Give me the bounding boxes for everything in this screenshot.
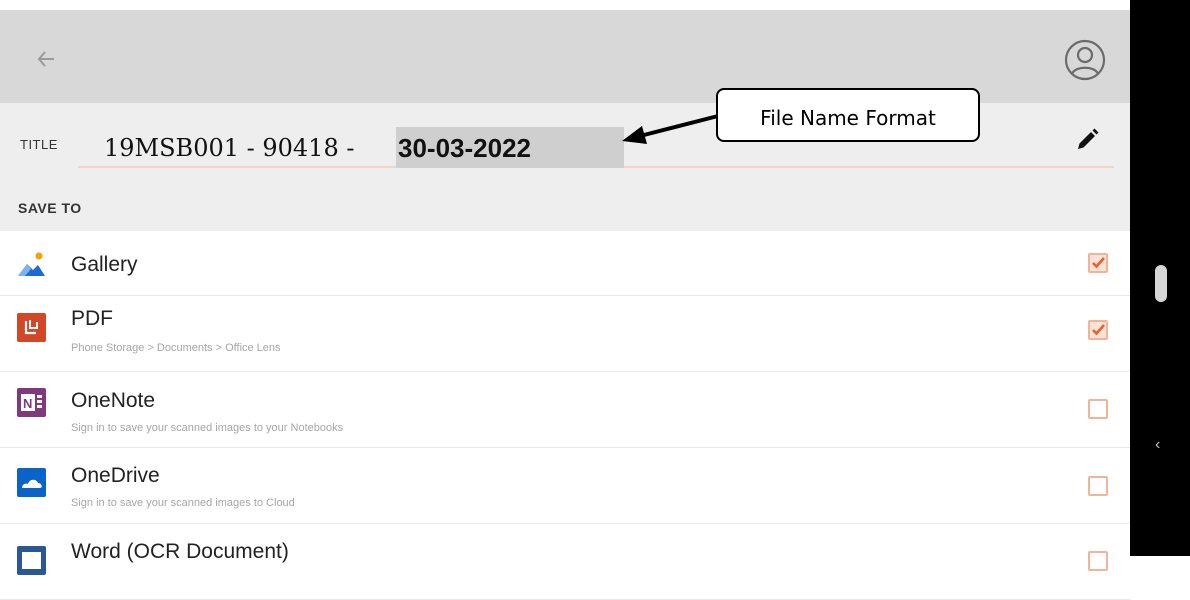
onedrive-icon (17, 468, 46, 497)
list-item-name: Gallery (71, 253, 138, 276)
save-to-label: SAVE TO (18, 200, 82, 216)
check-icon (1092, 324, 1105, 336)
list-item-subtitle: Sign in to save your scanned images to y… (71, 422, 344, 434)
annotation-callout: File Name Format (716, 88, 980, 142)
callout-text: File Name Format (760, 106, 936, 130)
save-to-header: SAVE TO (0, 185, 1130, 231)
list-item-pdf[interactable]: PDF Phone Storage > Documents > Office L… (0, 296, 1130, 372)
word-icon (17, 546, 46, 575)
onenote-checkbox[interactable] (1088, 399, 1108, 419)
account-button[interactable] (1063, 38, 1107, 82)
list-item-name: Word (OCR Document) (71, 540, 289, 563)
account-circle-icon (1064, 39, 1106, 81)
list-item-gallery[interactable]: Gallery (0, 231, 1130, 296)
title-label: TITLE (20, 137, 58, 152)
top-strip (0, 0, 1130, 10)
gallery-icon (17, 249, 46, 278)
edit-title-button[interactable] (1072, 125, 1100, 155)
list-item-word[interactable]: Word (OCR Document) (0, 524, 1130, 600)
system-side-bar: ‹ (1130, 0, 1190, 556)
list-item-onedrive[interactable]: OneDrive Sign in to save your scanned im… (0, 448, 1130, 524)
title-date-highlight: 30-03-2022 (396, 127, 624, 168)
annotation-arrow (622, 114, 719, 144)
scrollbar-thumb[interactable] (1155, 265, 1167, 302)
list-item-onenote[interactable]: N OneNote Sign in to save your scanned i… (0, 372, 1130, 448)
list-item-subtitle: Sign in to save your scanned images to C… (71, 497, 295, 509)
svg-text:N: N (23, 396, 32, 411)
list-item-name: OneDrive (71, 464, 160, 487)
title-value: 19MSB001 - 90418 - (104, 134, 355, 162)
pdf-icon (17, 313, 46, 342)
title-date: 30-03-2022 (398, 133, 531, 163)
save-destination-list: Gallery PDF Phone Storage > Documents > … (0, 231, 1130, 600)
chevron-left-icon[interactable]: ‹ (1155, 436, 1160, 454)
back-button[interactable] (30, 46, 60, 72)
onedrive-checkbox[interactable] (1088, 476, 1108, 496)
list-item-subtitle: Phone Storage > Documents > Office Lens (71, 342, 281, 354)
onenote-icon: N (17, 388, 46, 417)
gallery-checkbox[interactable] (1088, 253, 1108, 273)
check-icon (1092, 257, 1105, 269)
pencil-icon (1078, 128, 1099, 149)
pdf-checkbox[interactable] (1088, 320, 1108, 340)
list-item-name: OneNote (71, 389, 156, 412)
arrow-left-icon (37, 51, 54, 67)
list-item-name: PDF (71, 307, 113, 330)
word-checkbox[interactable] (1088, 551, 1108, 571)
